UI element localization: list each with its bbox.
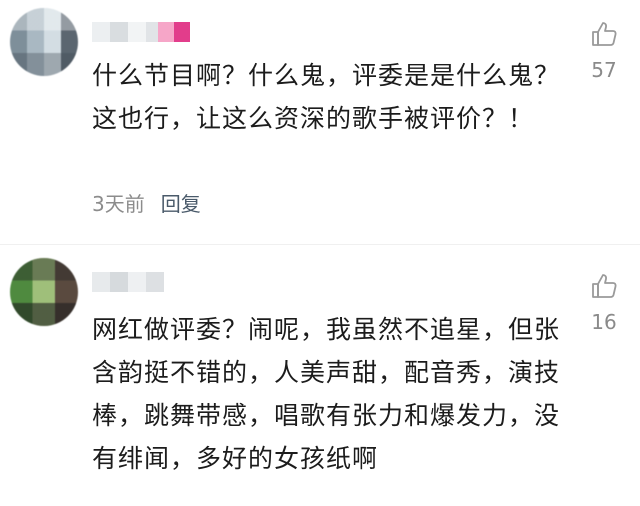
avatar[interactable] — [10, 8, 78, 76]
username-pixel — [110, 22, 128, 42]
username-pixel — [128, 22, 146, 42]
divider — [0, 244, 640, 245]
comment-item: 57 什么节目啊？什么鬼，评委是是什么鬼？这也行，让这么资深的歌手被评价？！ 3… — [0, 0, 640, 235]
like-count: 16 — [591, 310, 617, 334]
comment-item: 16 网红做评委？闹呢，我虽然不追星，但张含韵挺不错的，人美声甜，配音秀，演技棒… — [0, 250, 640, 506]
comment-meta: 3天前 回复 — [92, 188, 201, 217]
username-pixel — [92, 22, 110, 42]
username-pixel — [110, 272, 128, 292]
username-blurred[interactable] — [92, 272, 164, 292]
user-badge — [158, 22, 190, 42]
comment-text: 什么节目啊？什么鬼，评委是是什么鬼？这也行，让这么资深的歌手被评价？！ — [92, 61, 561, 133]
comment-text: 网红做评委？闹呢，我虽然不追星，但张含韵挺不错的，人美声甜，配音秀，演技棒，跳舞… — [92, 315, 561, 473]
username-pixel — [146, 272, 164, 292]
username-pixel — [92, 272, 110, 292]
reply-button[interactable]: 回复 — [161, 188, 201, 217]
thumbs-up-icon[interactable] — [590, 20, 618, 48]
avatar[interactable] — [10, 258, 78, 326]
thumbs-up-icon[interactable] — [590, 272, 618, 300]
username-blurred[interactable] — [92, 22, 164, 42]
like-count: 57 — [591, 58, 617, 82]
comment-timestamp: 3天前 — [92, 192, 145, 216]
username-pixel — [128, 272, 146, 292]
